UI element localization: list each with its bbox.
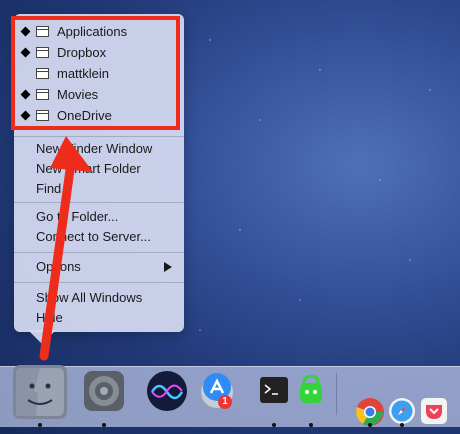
submenu-arrow-icon bbox=[164, 262, 172, 272]
running-indicator bbox=[102, 423, 106, 427]
running-indicator bbox=[309, 423, 313, 427]
find-item[interactable]: Find bbox=[14, 179, 184, 199]
connect-to-server-item[interactable]: Connect to Server... bbox=[14, 227, 184, 247]
app-store-icon[interactable] bbox=[199, 365, 235, 401]
running-indicator bbox=[368, 423, 372, 427]
pocket-icon[interactable] bbox=[420, 397, 448, 425]
running-indicator bbox=[272, 423, 276, 427]
new-finder-window-item[interactable]: New Finder Window bbox=[14, 139, 184, 159]
options-label: Options bbox=[36, 259, 81, 274]
vpn-icon[interactable] bbox=[298, 374, 324, 405]
notification-badge: 1 bbox=[218, 395, 232, 409]
menu-divider bbox=[14, 136, 184, 137]
terminal-icon[interactable] bbox=[260, 377, 288, 403]
go-to-folder-item[interactable]: Go to Folder... bbox=[14, 207, 184, 227]
finder-icon[interactable] bbox=[12, 364, 68, 420]
menu-divider bbox=[14, 202, 184, 203]
dock: 1 bbox=[0, 364, 460, 427]
system-preferences-icon[interactable] bbox=[83, 370, 125, 412]
hide-item[interactable]: Hide bbox=[14, 308, 184, 328]
dock-separator bbox=[336, 373, 337, 415]
safari-icon[interactable] bbox=[388, 397, 416, 425]
siri-icon[interactable] bbox=[146, 370, 188, 412]
running-indicator bbox=[400, 423, 404, 427]
new-smart-folder-item[interactable]: New Smart Folder bbox=[14, 159, 184, 179]
menu-divider bbox=[14, 252, 184, 253]
show-all-windows-item[interactable]: Show All Windows bbox=[14, 288, 184, 308]
menu-divider bbox=[14, 282, 184, 283]
running-indicator bbox=[38, 423, 42, 427]
highlight-box bbox=[11, 16, 180, 130]
options-item[interactable]: Options bbox=[14, 257, 184, 277]
menu-pointer bbox=[28, 330, 56, 344]
